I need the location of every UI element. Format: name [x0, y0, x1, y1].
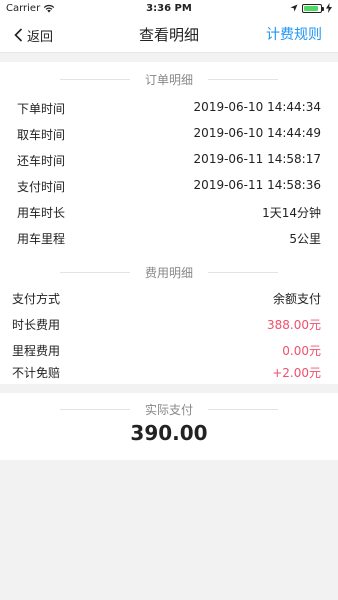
order-section-title: 订单明细 — [144, 73, 193, 87]
row-label: 用车里程 — [17, 232, 66, 246]
row-label: 支付时间 — [17, 180, 66, 194]
chevron-left-icon — [14, 28, 23, 42]
fee-section-title: 费用明细 — [144, 266, 193, 280]
row-value: +2.00元 — [272, 366, 321, 380]
fee-row: 不计免赔 +2.00元 — [0, 360, 338, 386]
order-row: 用车时长 1天14分钟 — [0, 200, 338, 226]
location-arrow-icon — [290, 4, 298, 12]
row-label: 用车时长 — [17, 206, 66, 220]
row-label: 支付方式 — [12, 292, 61, 306]
divider — [208, 409, 278, 410]
fee-row: 时长费用 388.00元 — [0, 312, 338, 338]
row-label: 还车时间 — [17, 154, 66, 168]
divider — [60, 79, 130, 80]
divider — [60, 272, 130, 273]
row-value: 0.00元 — [282, 344, 321, 358]
total-amount: 390.00 — [130, 421, 208, 445]
battery-fill — [304, 5, 318, 11]
row-label: 里程费用 — [12, 344, 61, 358]
nav-bar: 返回 查看明细 计费规则 — [0, 18, 338, 53]
row-value: 2019-06-10 14:44:49 — [193, 126, 321, 140]
order-row: 还车时间 2019-06-11 14:58:17 — [0, 148, 338, 174]
row-value: 2019-06-11 14:58:36 — [193, 178, 321, 192]
divider — [60, 409, 130, 410]
row-value: 2019-06-11 14:58:17 — [193, 152, 321, 166]
order-row: 支付时间 2019-06-11 14:58:36 — [0, 174, 338, 200]
row-value: 388.00元 — [267, 318, 321, 332]
fee-row: 支付方式 余额支付 — [0, 286, 338, 312]
row-label: 下单时间 — [17, 102, 66, 116]
status-time: 3:36 PM — [146, 3, 192, 14]
charging-bolt-icon — [326, 3, 332, 13]
order-row: 用车里程 5公里 — [0, 226, 338, 252]
order-row: 取车时间 2019-06-10 14:44:49 — [0, 122, 338, 148]
row-value: 余额支付 — [272, 292, 321, 306]
order-section-header: 订单明细 — [0, 71, 338, 88]
total-section-header: 实际支付 — [0, 401, 338, 418]
back-button[interactable]: 返回 — [14, 18, 53, 52]
order-detail-card: 订单明细 下单时间 2019-06-10 14:44:34 取车时间 2019-… — [0, 62, 338, 384]
fee-section-header: 费用明细 — [0, 264, 338, 281]
order-row: 下单时间 2019-06-10 14:44:34 — [0, 96, 338, 122]
total-payment-card: 实际支付 390.00 — [0, 393, 338, 460]
billing-rules-link[interactable]: 计费规则 — [266, 18, 322, 52]
row-label: 取车时间 — [17, 128, 66, 142]
status-bar: Carrier 3:36 PM — [0, 0, 338, 18]
battery-icon — [302, 3, 324, 13]
divider — [208, 79, 278, 80]
back-label: 返回 — [27, 29, 54, 45]
row-value: 2019-06-10 14:44:34 — [193, 100, 321, 114]
row-value: 1天14分钟 — [262, 206, 321, 220]
divider — [208, 272, 278, 273]
total-section-title: 实际支付 — [144, 403, 193, 417]
row-value: 5公里 — [289, 232, 321, 246]
row-label: 不计免赔 — [12, 366, 61, 380]
row-label: 时长费用 — [12, 318, 61, 332]
